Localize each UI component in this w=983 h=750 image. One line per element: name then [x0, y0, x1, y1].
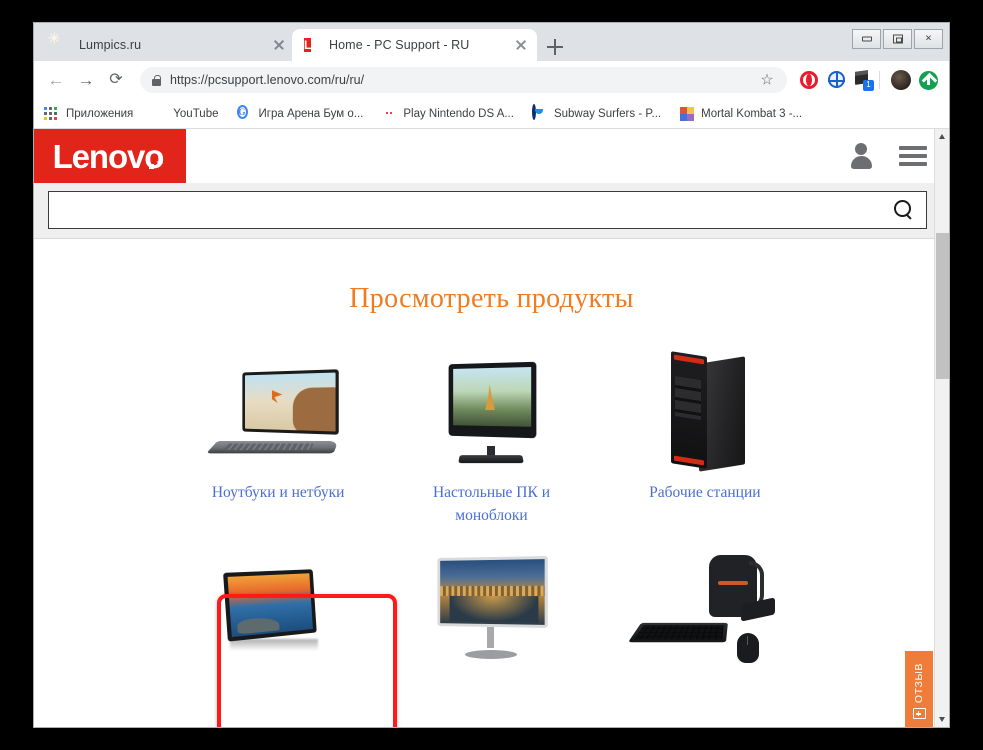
person-icon[interactable] [849, 143, 873, 169]
tab-title: Lumpics.ru [79, 38, 142, 52]
lenovo-logo[interactable]: Lenovo ™ [34, 129, 186, 183]
minimize-button[interactable] [852, 29, 881, 49]
tablet-image [172, 544, 385, 674]
lenovo-l-icon: L [304, 38, 312, 52]
tab-title: Home - PC Support - RU [329, 38, 470, 52]
search-input[interactable] [61, 202, 892, 218]
hamburger-icon[interactable] [899, 145, 927, 167]
forward-button[interactable]: → [72, 66, 100, 94]
lenovo-wordmark: Lenovo [52, 137, 165, 175]
site-search-band [34, 183, 949, 238]
nintendo-icon [381, 106, 397, 122]
page-title: Просмотреть продукты [349, 283, 634, 314]
url-text: https://pcsupport.lenovo.com/ru/ru/ [170, 73, 365, 87]
extension-badge: 1 [863, 80, 874, 91]
browser-tab-pc-support[interactable]: L Home - PC Support - RU [292, 29, 537, 61]
laptop-image [172, 349, 385, 479]
bookmark-youtube[interactable]: YouTube [151, 106, 218, 122]
back-arrow-icon: ← [47, 70, 65, 90]
profile-avatar[interactable] [890, 69, 912, 91]
reload-button[interactable]: ⟳ [102, 66, 130, 94]
feedback-label: ОТЗЫВ [913, 662, 925, 704]
mortal-kombat-icon [679, 106, 695, 122]
lock-icon [152, 74, 161, 86]
browser-tab-lumpics[interactable]: Lumpics.ru [42, 29, 295, 61]
youtube-icon [151, 106, 167, 122]
bookmark-play-nintendo[interactable]: Play Nintendo DS A... [381, 106, 514, 122]
trademark-symbol: ™ [156, 161, 163, 168]
product-card-accessories[interactable] [598, 544, 811, 727]
close-icon[interactable] [271, 37, 287, 53]
maximize-button[interactable] [883, 29, 912, 49]
reload-icon: ⟳ [109, 71, 123, 88]
browser-window: Lumpics.ru L Home - PC Support - RU × ← … [33, 22, 950, 728]
bookmark-label: YouTube [173, 107, 219, 120]
tab-strip: Lumpics.ru L Home - PC Support - RU × [34, 23, 949, 61]
accessories-image [598, 544, 811, 674]
apps-grid-icon [44, 106, 60, 122]
header-actions [849, 143, 927, 169]
scroll-up-arrow-icon[interactable] [935, 129, 949, 144]
product-grid: Ноутбуки и нетбуки Настольные ПК и моноб… [172, 349, 812, 727]
subway-surfers-icon [531, 103, 548, 122]
browser-toolbar: ← → ⟳ https://pcsupport.lenovo.com/ru/ru… [34, 61, 949, 99]
bookmark-label: Play Nintendo DS A... [403, 107, 514, 120]
scroll-down-arrow-icon[interactable] [935, 712, 949, 727]
address-bar[interactable]: https://pcsupport.lenovo.com/ru/ru/ ☆ [140, 67, 787, 93]
logo-dot [149, 164, 154, 169]
bookmark-label: Приложения [66, 107, 134, 120]
bookmark-label: Игра Арена Бум о... [258, 107, 364, 120]
bookmark-subway-surfers[interactable]: Subway Surfers - P... [531, 103, 662, 122]
bookmark-mortal-kombat[interactable]: Mortal Kombat 3 -... [679, 106, 802, 122]
site-header: Lenovo ™ [34, 129, 949, 183]
page-viewport: Lenovo ™ Просмотреть продукты Ноутбуки и… [34, 129, 949, 727]
product-card-desktops[interactable]: Настольные ПК и моноблоки [385, 349, 598, 534]
bookmark-igra-arena-bum[interactable]: G Игра Арена Бум о... [236, 104, 364, 122]
site-content: Просмотреть продукты Ноутбуки и нетбуки [34, 239, 949, 727]
product-label: Настольные ПК и моноблоки [432, 484, 550, 525]
product-card-monitors[interactable] [385, 544, 598, 727]
product-card-workstations[interactable]: Рабочие станции [598, 349, 811, 534]
new-tab-button[interactable] [542, 34, 568, 60]
all-in-one-image [385, 349, 598, 479]
bookmarks-bar: Приложения YouTube G Игра Арена Бум о...… [34, 99, 949, 129]
upload-icon[interactable] [917, 69, 939, 91]
bookmark-label: Mortal Kombat 3 -... [701, 107, 803, 120]
window-controls: × [850, 29, 943, 49]
close-icon: × [925, 32, 932, 45]
search-icon[interactable] [892, 199, 914, 221]
feedback-tab[interactable]: ОТЗЫВ [905, 651, 933, 727]
feedback-plus-icon [912, 708, 926, 720]
citrus-icon [49, 33, 70, 53]
product-label: Рабочие станции [649, 484, 761, 501]
site-search-box[interactable] [48, 191, 927, 229]
bookmark-label: Subway Surfers - P... [553, 107, 662, 120]
globe-icon[interactable] [825, 69, 847, 91]
scrollbar-thumb[interactable] [936, 233, 949, 379]
close-icon[interactable] [513, 37, 529, 53]
forward-arrow-icon: → [77, 70, 95, 90]
tower-workstation-image [598, 349, 811, 479]
google-g-icon: G [236, 104, 248, 119]
close-window-button[interactable]: × [914, 29, 943, 49]
back-button[interactable]: ← [42, 66, 70, 94]
toolbar-divider [879, 71, 880, 89]
product-label: Ноутбуки и нетбуки [211, 484, 345, 501]
bookmark-star-icon[interactable]: ☆ [757, 70, 777, 90]
page-scrollbar[interactable] [934, 129, 949, 727]
product-card-tablets[interactable] [172, 544, 385, 727]
opera-icon[interactable] [798, 69, 820, 91]
product-card-laptops[interactable]: Ноутбуки и нетбуки [172, 349, 385, 534]
monitor-image [385, 544, 598, 674]
bookmark-apps[interactable]: Приложения [44, 106, 133, 122]
package-icon[interactable]: 1 [852, 69, 874, 91]
